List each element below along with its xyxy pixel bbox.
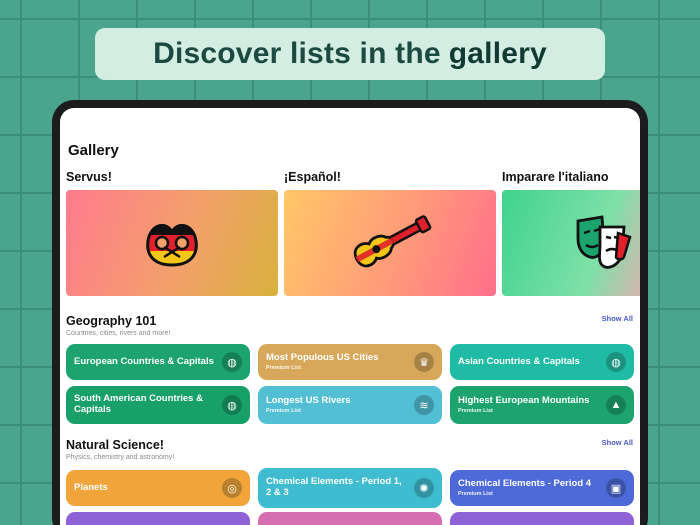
list-item-label: Chemical Elements - Period 4 [458,478,592,490]
list-item[interactable]: Chemical Elements - Period 4 Premium Lis… [450,470,634,506]
atom-icon: ✺ [414,478,434,498]
list-item[interactable]: Most Populous US Cities Premium List ♛ [258,344,442,380]
list-item[interactable] [450,512,634,525]
element-icon: ▣ [606,478,626,498]
planet-icon: ◎ [222,478,242,498]
crown-icon: ♛ [414,352,434,372]
guitar-icon [353,215,432,268]
list-item[interactable]: Planets ◎ [66,470,250,506]
app-screen: Gallery Servus! ¡Español! Imparare l'ita… [60,108,640,525]
list-item[interactable] [258,512,442,525]
show-all-science-link[interactable]: Show All [602,438,633,447]
waves-icon: ≋ [414,395,434,415]
list-item[interactable]: South American Countries & Capitals ◍ [66,386,250,424]
carousel-card-espanol[interactable] [284,190,496,296]
list-item[interactable]: Asian Countries & Capitals ◍ [450,344,634,380]
globe-icon: ◍ [222,395,242,415]
page-title: Gallery [68,142,119,159]
list-item-label: Planets [74,481,108,493]
section-subtitle-geography: Countries, cities, rivers and more! [66,330,171,337]
show-all-geography-link[interactable]: Show All [602,314,633,323]
list-item-label: South American Countries & Capitals [74,393,203,415]
theater-masks-icon [576,215,632,269]
carousel-card-servus[interactable] [66,190,278,296]
premium-label: Premium List [458,490,493,497]
globe-icon: ◍ [222,352,242,372]
list-item[interactable]: Highest European Mountains Premium List … [450,386,634,424]
list-item[interactable] [66,512,250,525]
section-title-geography: Geography 101 [66,314,157,328]
premium-label: Premium List [458,407,493,414]
list-item[interactable]: Chemical Elements - Period 1, 2 & 3 ✺ [258,468,442,508]
premium-label: Premium List [266,407,301,414]
premium-label: Premium List [266,364,301,371]
banner-text: Discover lists in the [153,37,441,70]
globe-icon: ◍ [606,352,626,372]
list-item-label: Most Populous US Cities [266,352,379,364]
section-subtitle-science: Physics, chemistry and astronomy! [66,454,175,461]
carousel-title: Servus! [66,170,112,184]
list-item-label: Chemical Elements - Period 1, 2 & 3 [266,476,402,498]
list-item-label: Longest US Rivers [266,395,351,407]
section-title-science: Natural Science! [66,438,164,452]
list-item[interactable]: European Countries & Capitals ◍ [66,344,250,380]
mountain-icon: ▲ [606,395,626,415]
carousel-title: Imparare l'italiano [502,170,609,184]
list-item-label: Highest European Mountains [458,395,590,407]
list-item-label: European Countries & Capitals [74,355,214,367]
pretzel-icon [146,224,198,267]
banner-text-bold: gallery [448,37,547,70]
promo-banner: Discover lists in the gallery [95,28,605,80]
carousel-card-italiano[interactable] [502,190,640,296]
carousel-title: ¡Español! [284,170,341,184]
list-item[interactable]: Longest US Rivers Premium List ≋ [258,386,442,424]
list-item-label: Asian Countries & Capitals [458,355,580,367]
